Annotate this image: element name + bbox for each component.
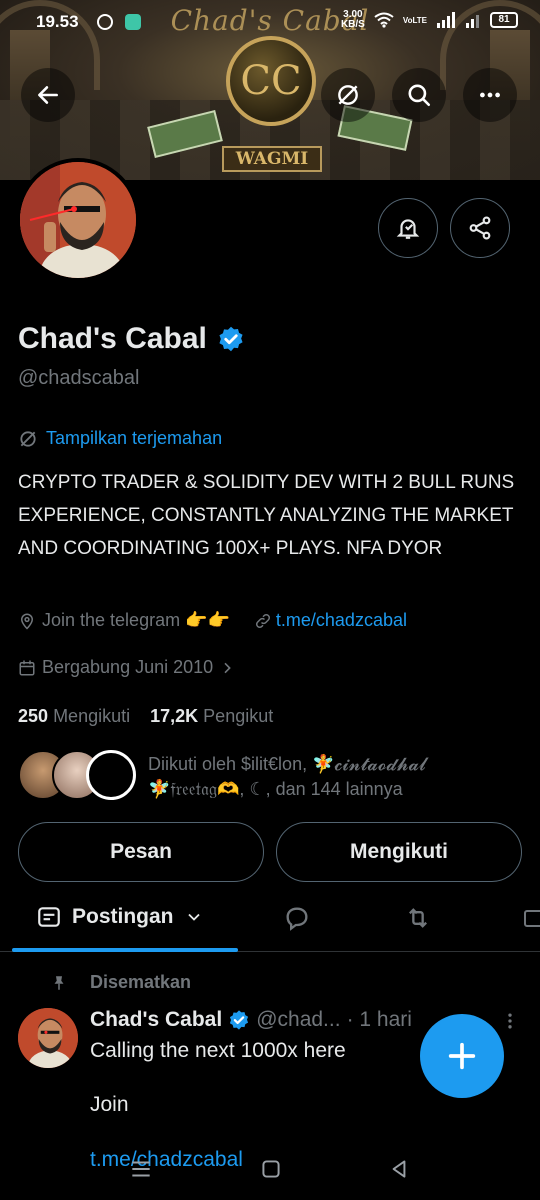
- following-stat[interactable]: 250 Mengikuti: [18, 706, 130, 727]
- followed-by-row[interactable]: Diikuti oleh $ilit€lon, 🧚𝓬𝓲𝓷𝓽𝓪𝓸𝓭𝓱𝓪𝓵 🧚𝔣𝔯𝔢…: [18, 750, 528, 804]
- profile-meta-row: Join the telegram 👉👉 t.me/chadzcabal: [18, 610, 407, 631]
- tab-replies[interactable]: [283, 904, 311, 937]
- post-author-name[interactable]: Chad's Cabal: [90, 1008, 222, 1032]
- post-header: Chad's Cabal @chad... · 1 hari: [90, 1008, 412, 1032]
- translate-bio-link[interactable]: Tampilkan terjemahan: [18, 428, 222, 449]
- location-icon: [20, 613, 34, 630]
- followed-by-line2: 🧚𝔣𝔯𝔢𝔢𝔱𝔞𝔤🫶, ☾, dan 144 lainnya: [148, 779, 403, 799]
- replies-tab-icon: [286, 907, 308, 931]
- wifi-icon: [374, 12, 394, 28]
- app-notification-icon: [125, 14, 141, 30]
- plus-icon: [448, 1042, 476, 1070]
- status-right-icons: 3.00 KB/S VoLTE 81: [341, 10, 518, 30]
- search-icon: [408, 84, 431, 107]
- more-vertical-icon: [508, 1013, 512, 1029]
- post-timestamp: · 1 hari: [346, 1008, 412, 1031]
- system-navigation-bar: [0, 1150, 540, 1190]
- message-button[interactable]: Pesan: [18, 822, 264, 882]
- pinned-indicator: Disematkan: [50, 972, 191, 993]
- share-profile-button[interactable]: [450, 198, 510, 258]
- translate-icon: [338, 85, 358, 105]
- calendar-icon: [19, 660, 35, 675]
- active-tab-indicator: [12, 948, 238, 952]
- post-more-button[interactable]: [500, 1010, 520, 1032]
- recent-apps-icon[interactable]: [128, 1156, 154, 1182]
- post-author-handle: @chad...: [256, 1008, 341, 1031]
- link-icon: [255, 613, 270, 628]
- followers-count: 17,2K: [150, 706, 199, 726]
- status-bar: 19.53 3.00 KB/S VoLTE 81: [0, 0, 540, 44]
- back-button[interactable]: [21, 68, 75, 122]
- translate-label: Tampilkan terjemahan: [46, 428, 223, 448]
- search-button[interactable]: [392, 68, 446, 122]
- followers-stat-label: Pengikut: [203, 706, 274, 726]
- tab-reposts[interactable]: [403, 904, 433, 937]
- profile-bio: CRYPTO TRADER & SOLIDITY DEV WITH 2 BULL…: [18, 472, 515, 559]
- profile-avatar[interactable]: [16, 158, 140, 282]
- back-arrow-icon: [38, 86, 58, 104]
- chevron-down-icon: [187, 913, 200, 921]
- followed-by-text: Diikuti oleh $ilit€lon, 🧚𝓬𝓲𝓷𝓽𝓪𝓸𝓭𝓱𝓪𝓵 🧚𝔣𝔯𝔢…: [148, 752, 426, 802]
- profile-website-link[interactable]: t.me/chadzcabal: [254, 610, 407, 631]
- profile-website-text: t.me/chadzcabal: [275, 610, 407, 630]
- profile-location: Join the telegram 👉👉: [42, 610, 230, 630]
- followed-by-line1: Diikuti oleh $ilit€lon, 🧚𝓬𝓲𝓷𝓽𝓪𝓸𝓭𝓱𝓪𝓵: [148, 754, 427, 774]
- banner-emblem: CC: [226, 36, 316, 126]
- chat-bubble-icon: [97, 14, 113, 30]
- notification-bell-icon: [396, 219, 420, 239]
- volte-indicator: VoLTE: [402, 15, 427, 25]
- following-stat-label: Mengikuti: [53, 706, 131, 726]
- banner-tagline: WAGMI: [222, 146, 322, 172]
- network-speed: 3.00 KB/S: [340, 9, 365, 30]
- signal-icon-secondary: [466, 15, 479, 28]
- share-icon: [469, 216, 491, 240]
- tab-posts[interactable]: Postingan: [36, 904, 204, 930]
- status-time: 19.53: [36, 12, 79, 31]
- verified-badge-icon[interactable]: [217, 325, 245, 353]
- post-author-avatar[interactable]: [18, 1008, 78, 1068]
- post-line: Join: [90, 1093, 129, 1116]
- followers-stat[interactable]: 17,2K Pengikut: [150, 706, 273, 727]
- profile-name: Chad's Cabal: [18, 322, 207, 355]
- posts-tab-icon: [38, 907, 60, 927]
- post-content[interactable]: Calling the next 1000x here Join t.me/ch…: [90, 1037, 346, 1171]
- tab-posts-label: Postingan: [72, 905, 174, 928]
- home-icon[interactable]: [258, 1156, 284, 1182]
- profile-joined-row[interactable]: Bergabung Juni 2010: [18, 657, 235, 678]
- compose-post-button[interactable]: [420, 1014, 504, 1098]
- avatar-image: [18, 1008, 78, 1068]
- chevron-right-icon: [224, 662, 231, 673]
- pin-icon: [54, 975, 64, 990]
- pinned-label: Disematkan: [90, 972, 192, 992]
- notifications-button[interactable]: [378, 198, 438, 258]
- follower-avatar: [86, 750, 136, 800]
- back-nav-icon[interactable]: [386, 1156, 412, 1182]
- profile-name-row: Chad's Cabal: [18, 322, 245, 356]
- post-line: Calling the next 1000x here: [90, 1039, 346, 1062]
- translate-button[interactable]: [321, 68, 375, 122]
- media-tab-icon: [524, 910, 540, 927]
- translate-icon: [20, 430, 36, 447]
- tab-media[interactable]: [522, 904, 540, 937]
- profile-joined-date: Bergabung Juni 2010: [42, 657, 214, 677]
- profile-tabs: Postingan: [0, 894, 540, 952]
- following-button[interactable]: Mengikuti: [276, 822, 522, 882]
- status-notification-icons: [96, 13, 142, 31]
- battery-indicator: 81: [490, 12, 518, 28]
- signal-icon: [437, 12, 455, 28]
- more-options-button[interactable]: [463, 68, 517, 122]
- verified-badge-icon: [230, 1010, 249, 1030]
- avatar-image: [20, 162, 136, 278]
- more-icon: [480, 92, 500, 98]
- profile-handle: @chadscabal: [18, 367, 140, 389]
- following-count: 250: [18, 706, 49, 726]
- profile-stats: 250 Mengikuti 17,2K Pengikut: [18, 706, 273, 727]
- retweet-icon: [409, 908, 427, 928]
